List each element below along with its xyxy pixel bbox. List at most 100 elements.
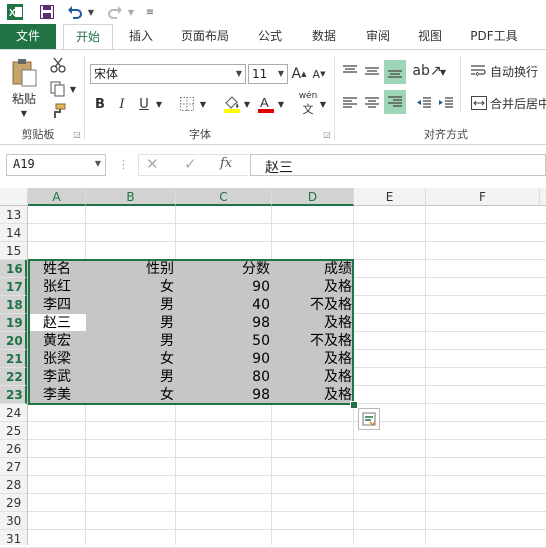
fill-color-icon[interactable] xyxy=(222,94,242,114)
wrap-text-label[interactable]: 自动换行 xyxy=(490,62,546,80)
paste-icon[interactable] xyxy=(6,56,42,90)
table-cell[interactable]: 男 xyxy=(86,314,176,332)
borders-icon[interactable] xyxy=(178,94,196,114)
chevron-down-icon[interactable]: ▼ xyxy=(233,65,245,83)
row-header[interactable]: 21 xyxy=(0,350,27,368)
row-header[interactable]: 28 xyxy=(0,476,27,494)
row-header[interactable]: 19 xyxy=(0,314,27,332)
chevron-down-icon[interactable]: ▼ xyxy=(275,65,287,83)
name-box[interactable]: A19 ▼ xyxy=(6,154,106,176)
align-center-icon[interactable] xyxy=(362,92,382,114)
table-cell[interactable]: 及格 xyxy=(272,368,354,386)
font-color-icon[interactable]: A xyxy=(256,94,276,114)
borders-dropdown-icon[interactable]: ▼ xyxy=(198,96,208,112)
row-header[interactable]: 31 xyxy=(0,530,27,548)
phonetic-guide-icon[interactable]: wén 文 xyxy=(298,91,318,116)
increase-font-size-icon[interactable]: A ▲ xyxy=(292,64,307,84)
font-name-combo[interactable]: 宋体 ▼ xyxy=(90,64,246,84)
quick-analysis-icon[interactable] xyxy=(358,408,380,430)
confirm-entry-icon[interactable]: ✓ xyxy=(184,155,197,173)
column-header[interactable]: B xyxy=(86,188,176,206)
table-cell[interactable]: 黄宏 xyxy=(28,332,86,350)
redo-dropdown-icon[interactable]: ▼ xyxy=(126,3,136,21)
select-all-corner[interactable] xyxy=(0,188,28,206)
orientation-icon[interactable]: ab↗ xyxy=(412,60,441,82)
decrease-font-size-icon[interactable]: A ▼ xyxy=(312,64,326,84)
italic-button[interactable]: I xyxy=(114,94,130,114)
column-header[interactable]: F xyxy=(426,188,540,206)
copy-dropdown-icon[interactable]: ▼ xyxy=(68,82,78,96)
font-launcher-icon[interactable]: ◲ xyxy=(322,128,332,140)
row-header[interactable]: 24 xyxy=(0,404,27,422)
table-cell[interactable]: 80 xyxy=(176,368,272,386)
decrease-indent-icon[interactable] xyxy=(414,92,434,114)
merge-center-label[interactable]: 合并后居中 xyxy=(490,94,546,112)
align-middle-icon[interactable] xyxy=(362,60,382,82)
table-cell[interactable]: 女 xyxy=(86,386,176,404)
tab-home[interactable]: 开始 xyxy=(63,24,113,49)
undo-icon[interactable] xyxy=(66,3,84,21)
table-cell[interactable]: 赵三 xyxy=(28,314,86,332)
redo-icon[interactable] xyxy=(106,3,124,21)
row-header[interactable]: 25 xyxy=(0,422,27,440)
increase-indent-icon[interactable] xyxy=(436,92,456,114)
row-header[interactable]: 13 xyxy=(0,206,27,224)
clipboard-launcher-icon[interactable]: ◲ xyxy=(72,128,82,140)
table-header-cell[interactable]: 成绩 xyxy=(272,260,354,278)
insert-function-icon[interactable]: fx xyxy=(220,156,232,171)
tab-view[interactable]: 视图 xyxy=(408,24,452,49)
column-header[interactable]: E xyxy=(354,188,426,206)
row-header[interactable]: 15 xyxy=(0,242,27,260)
tab-insert[interactable]: 插入 xyxy=(120,24,162,49)
table-header-cell[interactable]: 姓名 xyxy=(28,260,86,278)
table-cell[interactable]: 及格 xyxy=(272,386,354,404)
phonetic-dropdown-icon[interactable]: ▼ xyxy=(318,96,328,112)
align-left-icon[interactable] xyxy=(340,92,360,114)
paste-dropdown-icon[interactable]: ▼ xyxy=(14,108,34,118)
table-cell[interactable]: 98 xyxy=(176,386,272,404)
row-header[interactable]: 14 xyxy=(0,224,27,242)
table-cell[interactable]: 李武 xyxy=(28,368,86,386)
row-header[interactable]: 27 xyxy=(0,458,27,476)
merge-center-icon[interactable] xyxy=(470,94,488,112)
font-color-dropdown-icon[interactable]: ▼ xyxy=(276,96,286,112)
table-cell[interactable]: 90 xyxy=(176,278,272,296)
table-cell[interactable]: 50 xyxy=(176,332,272,350)
align-top-icon[interactable] xyxy=(340,60,360,82)
table-cell[interactable]: 及格 xyxy=(272,278,354,296)
row-header[interactable]: 23 xyxy=(0,386,27,404)
table-cell[interactable]: 女 xyxy=(86,350,176,368)
cancel-entry-icon[interactable]: ✕ xyxy=(146,155,159,173)
table-cell[interactable]: 女 xyxy=(86,278,176,296)
wrap-text-icon[interactable] xyxy=(470,62,488,80)
tab-data[interactable]: 数据 xyxy=(302,24,346,49)
format-painter-icon[interactable] xyxy=(48,102,68,120)
table-cell[interactable]: 张红 xyxy=(28,278,86,296)
table-cell[interactable]: 李美 xyxy=(28,386,86,404)
row-header[interactable]: 29 xyxy=(0,494,27,512)
paste-button-label[interactable]: 粘贴 xyxy=(6,90,42,106)
table-cell[interactable]: 90 xyxy=(176,350,272,368)
table-cell[interactable]: 张梁 xyxy=(28,350,86,368)
table-cell[interactable]: 男 xyxy=(86,296,176,314)
table-cell[interactable]: 不及格 xyxy=(272,296,354,314)
align-right-icon[interactable] xyxy=(384,90,406,114)
table-cell[interactable]: 男 xyxy=(86,368,176,386)
row-header[interactable]: 16 xyxy=(0,260,27,278)
orientation-dropdown-icon[interactable]: ▼ xyxy=(438,64,448,80)
tab-pdf-tools[interactable]: PDF工具 xyxy=(462,24,526,49)
save-icon[interactable] xyxy=(38,3,56,21)
underline-dropdown-icon[interactable]: ▼ xyxy=(154,96,164,112)
customize-quick-access-icon[interactable]: ≡ xyxy=(144,3,156,21)
row-header[interactable]: 26 xyxy=(0,440,27,458)
undo-dropdown-icon[interactable]: ▼ xyxy=(86,3,96,21)
row-header[interactable]: 18 xyxy=(0,296,27,314)
formula-input[interactable]: 赵三 xyxy=(250,154,546,176)
column-header[interactable]: C xyxy=(176,188,272,206)
row-header[interactable]: 30 xyxy=(0,512,27,530)
table-cell[interactable]: 40 xyxy=(176,296,272,314)
table-header-cell[interactable]: 分数 xyxy=(176,260,272,278)
cut-icon[interactable] xyxy=(48,56,68,74)
font-size-combo[interactable]: 11 ▼ xyxy=(248,64,288,84)
table-cell[interactable]: 李四 xyxy=(28,296,86,314)
